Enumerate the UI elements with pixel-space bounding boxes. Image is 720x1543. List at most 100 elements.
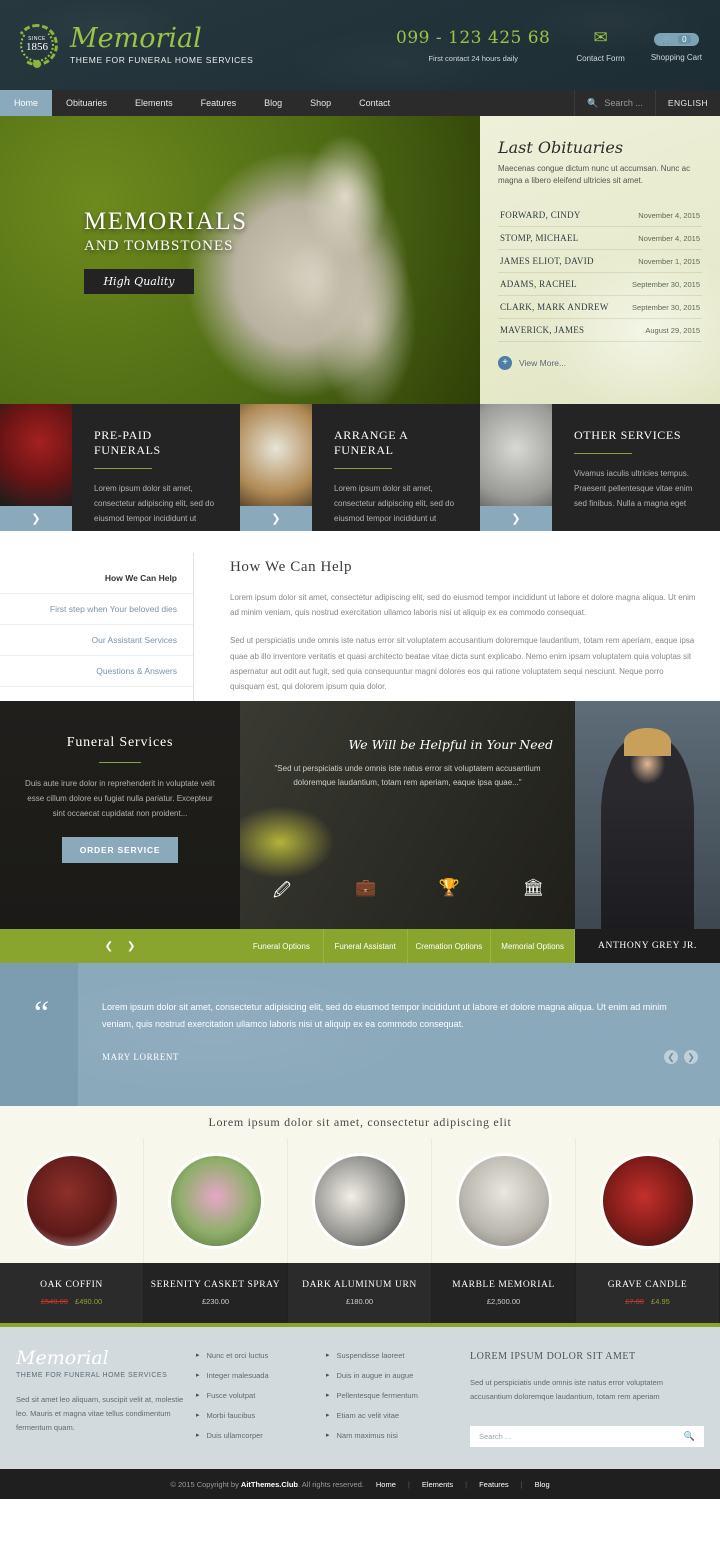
main-navigation: Home Obituaries Elements Features Blog S… xyxy=(0,90,720,116)
obituary-row[interactable]: CLARK, MARK ANDREW September 30, 2015 xyxy=(498,296,702,319)
carousel-prev-icon[interactable]: ❮ xyxy=(105,941,113,952)
testimonial-prev-icon[interactable]: ❮ xyxy=(664,1050,678,1064)
carousel-next-icon[interactable]: ❯ xyxy=(127,941,135,952)
nav-item-elements[interactable]: Elements xyxy=(121,90,187,116)
hero-cta-button[interactable]: High Quality xyxy=(84,269,194,294)
contact-form-link[interactable]: ✉ Contact Form xyxy=(576,28,624,63)
copyright-link-blog[interactable]: Blog xyxy=(535,1480,550,1489)
footer-links-column-2: ▸ Suspendisse laoreet ▸ Duis in augue in a… xyxy=(326,1349,456,1469)
product-sale-price: £230.00 xyxy=(201,1297,230,1306)
trophy-icon[interactable]: 🏆 xyxy=(408,878,492,907)
product-image-oak-coffin[interactable] xyxy=(0,1138,144,1263)
product-card-casket-spray[interactable]: SERENITY CASKET SPRAY £230.00 xyxy=(144,1263,288,1323)
footer-link[interactable]: ▸ Integer malesuada xyxy=(196,1371,326,1380)
obituary-row[interactable]: JAMES ELIOT, DAVID November 1, 2015 xyxy=(498,250,702,273)
product-image-aluminum-urn[interactable] xyxy=(288,1138,432,1263)
service-card-prepaid[interactable]: PRE-PAID FUNERALS Lorem ipsum dolor sit … xyxy=(72,404,240,531)
product-card-aluminum-urn[interactable]: DARK ALUMINUM URN £180.00 xyxy=(288,1263,432,1323)
product-card-oak-coffin[interactable]: OAK COFFIN £540.00 £490.00 xyxy=(0,1263,144,1323)
how-we-can-help-section: How We Can Help First step when Your bel… xyxy=(0,531,720,701)
feature-tab-memorial-options[interactable]: Memorial Options xyxy=(491,929,575,963)
service-title: OTHER SERVICES xyxy=(574,428,682,442)
footer-link[interactable]: ▸ Fusce volutpat xyxy=(196,1391,326,1400)
bank-icon[interactable]: 🏛 xyxy=(491,878,575,907)
copyright-link-home[interactable]: Home xyxy=(376,1480,396,1489)
testimonial-next-icon[interactable]: ❯ xyxy=(684,1050,698,1064)
funeral-services-feature: Funeral Services Duis aute irure dolor i… xyxy=(0,701,720,929)
copyright-link-elements[interactable]: Elements xyxy=(422,1480,453,1489)
feature-tab-funeral-options[interactable]: Funeral Options xyxy=(240,929,324,963)
product-image-marble-memorial[interactable] xyxy=(432,1138,576,1263)
divider xyxy=(574,453,632,454)
service-arrow-button[interactable]: ❯ xyxy=(480,506,552,531)
obituary-row[interactable]: ADAMS, RACHEL September 30, 2015 xyxy=(498,273,702,296)
product-sale-price: £180.00 xyxy=(345,1297,374,1306)
nav-item-features[interactable]: Features xyxy=(187,90,251,116)
help-tab-questions-answers[interactable]: Questions & Answers xyxy=(0,656,193,687)
pencil-edit-icon[interactable]: 🖉 xyxy=(240,878,324,907)
phone-number[interactable]: 099 - 123 425 68 xyxy=(396,28,550,48)
feature-tab-cremation-options[interactable]: Cremation Options xyxy=(407,929,492,963)
help-tab-first-step[interactable]: First step when Your beloved dies xyxy=(0,594,193,625)
footer-link[interactable]: ▸ Suspendisse laoreet xyxy=(326,1351,456,1360)
nav-search[interactable]: 🔍 Search ... xyxy=(574,90,655,116)
view-more-label: View More... xyxy=(519,357,567,368)
cart-count: 0 xyxy=(678,34,691,44)
copyright-link-features[interactable]: Features xyxy=(479,1480,509,1489)
footer-link[interactable]: ▸ Duis ullamcorper xyxy=(196,1431,326,1440)
service-arrow-button[interactable]: ❯ xyxy=(240,506,312,531)
nav-item-contact[interactable]: Contact xyxy=(345,90,404,116)
help-tab-how-we-can-help[interactable]: How We Can Help xyxy=(0,563,193,594)
search-icon[interactable]: 🔍 xyxy=(684,1431,695,1442)
footer-link[interactable]: ▸ Nunc et orci luctus xyxy=(196,1351,326,1360)
help-tab-assistant-services[interactable]: Our Assistant Services xyxy=(0,625,193,656)
divider xyxy=(94,468,152,469)
footer-search-box[interactable]: Search ... 🔍 xyxy=(470,1425,704,1447)
service-arrow-button[interactable]: ❯ xyxy=(0,506,72,531)
envelope-icon: ✉ xyxy=(593,27,608,47)
feature-tab-funeral-assistant[interactable]: Funeral Assistant xyxy=(323,929,408,963)
obituary-row[interactable]: STOMP, MICHAEL November 4, 2015 xyxy=(498,227,702,250)
product-card-grave-candle[interactable]: GRAVE CANDLE £7.00 £4.95 xyxy=(576,1263,720,1323)
product-image-grave-candle[interactable] xyxy=(576,1138,720,1263)
obituary-name: JAMES ELIOT, DAVID xyxy=(500,255,594,266)
caret-icon: ▸ xyxy=(326,1352,330,1359)
caret-icon: ▸ xyxy=(326,1412,330,1419)
product-card-marble-memorial[interactable]: MARBLE MEMORIAL £2,500.00 xyxy=(432,1263,576,1323)
footer-link[interactable]: ▸ Etiam ac velit vitae xyxy=(326,1411,456,1420)
obituary-date: November 4, 2015 xyxy=(638,210,700,220)
obituary-name: CLARK, MARK ANDREW xyxy=(500,301,609,312)
briefcase-icon[interactable]: 💼 xyxy=(324,878,408,907)
site-logo[interactable]: SINCE 1856 Memorial THEME FOR FUNERAL HO… xyxy=(12,20,253,70)
obituary-row[interactable]: FORWARD, CINDY November 4, 2015 xyxy=(498,204,702,227)
obituary-name: MAVERICK, JAMES xyxy=(500,324,585,335)
footer-link[interactable]: ▸ Duis in augue in augue xyxy=(326,1371,456,1380)
obituary-name: FORWARD, CINDY xyxy=(500,209,581,220)
shopping-cart-link[interactable]: 🛒 0 Shopping Cart xyxy=(651,29,702,62)
nav-item-obituaries[interactable]: Obituaries xyxy=(52,90,121,116)
service-card-arrange[interactable]: ARRANGE A FUNERAL Lorem ipsum dolor sit … xyxy=(312,404,480,531)
nav-item-shop[interactable]: Shop xyxy=(296,90,345,116)
feature-icon-row: 🖉 💼 🏆 🏛 xyxy=(240,878,575,907)
footer-link-label: Morbi faucibus xyxy=(206,1411,256,1420)
nav-item-home[interactable]: Home xyxy=(0,90,53,116)
footer-link[interactable]: ▸ Pellentesque fermentum xyxy=(326,1391,456,1400)
view-more-link[interactable]: + View More... xyxy=(498,355,702,370)
copyright-brand[interactable]: AitThemes.Club xyxy=(241,1480,298,1489)
nav-item-blog[interactable]: Blog xyxy=(250,90,296,116)
product-price: £180.00 xyxy=(346,1297,373,1306)
order-service-button[interactable]: ORDER SERVICE xyxy=(61,837,179,864)
search-icon: 🔍 xyxy=(587,97,599,108)
obituary-row[interactable]: MAVERICK, JAMES August 29, 2015 xyxy=(498,319,702,342)
feature-quote-text: "Sed ut perspiciatis unde omnis iste nat… xyxy=(274,764,541,788)
service-text: Lorem ipsum dolor sit amet, consectetur … xyxy=(334,484,455,523)
hero-subtitle: AND TOMBSTONES xyxy=(84,238,234,254)
language-selector[interactable]: ENGLISH xyxy=(654,90,720,116)
feature-text: Duis aute irure dolor in reprehenderit i… xyxy=(25,779,215,818)
product-image-casket-spray[interactable] xyxy=(144,1138,288,1263)
footer-brand-column: Memorial THEME FOR FUNERAL HOME SERVICES… xyxy=(16,1349,196,1469)
service-card-other[interactable]: OTHER SERVICES Vivamus iaculis ultricies… xyxy=(552,404,720,531)
footer-link[interactable]: ▸ Nam maximus nisi xyxy=(326,1431,456,1440)
footer-link[interactable]: ▸ Morbi faucibus xyxy=(196,1411,326,1420)
help-paragraph-1: Lorem ipsum dolor sit amet, consectetur … xyxy=(230,593,696,618)
